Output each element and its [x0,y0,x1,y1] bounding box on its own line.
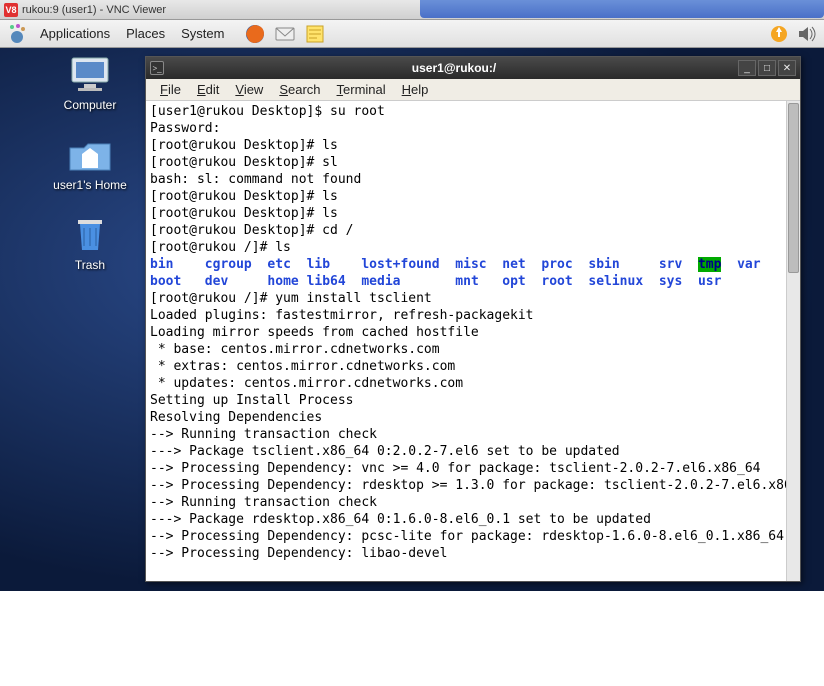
desktop-icon-computer[interactable]: Computer [50,54,130,112]
maximize-button[interactable]: □ [758,60,776,76]
launcher-tray [244,23,326,45]
terminal-menu-view[interactable]: View [227,82,271,97]
desktop[interactable]: Computer user1's Home Trash >_ user1@rukou… [0,48,824,591]
firefox-icon[interactable] [244,23,266,45]
terminal-menu-file[interactable]: File [152,82,189,97]
vnc-title: rukou:9 (user1) - VNC Viewer [22,4,166,16]
notes-icon[interactable] [304,23,326,45]
vnc-icon: V8 [4,3,18,17]
terminal-scrollbar[interactable] [786,101,800,581]
gnome-top-panel: ApplicationsPlacesSystem [0,20,824,48]
terminal-menu-edit[interactable]: Edit [189,82,227,97]
desktop-icon-label: Trash [50,258,130,272]
close-button[interactable]: ✕ [778,60,796,76]
terminal-window: >_ user1@rukou:/ _ □ ✕ FileEditViewSearc… [145,56,801,582]
desktop-icon-trash[interactable]: Trash [50,214,130,272]
home-icon [66,134,114,174]
terminal-app-icon: >_ [150,61,164,75]
terminal-menu-terminal[interactable]: Terminal [329,82,394,97]
minimize-button[interactable]: _ [738,60,756,76]
scrollbar-thumb[interactable] [788,103,799,273]
terminal-menu-help[interactable]: Help [394,82,437,97]
desktop-icon-home[interactable]: user1's Home [50,134,130,192]
computer-icon [66,54,114,94]
terminal-menu-search[interactable]: Search [271,82,328,97]
terminal-titlebar[interactable]: >_ user1@rukou:/ _ □ ✕ [146,57,800,79]
update-icon[interactable] [768,23,790,45]
panel-menu-applications[interactable]: Applications [32,26,118,41]
vnc-toolbar [420,0,824,18]
panel-menu-system[interactable]: System [173,26,232,41]
page-bottom [0,591,824,686]
trash-icon [66,214,114,254]
volume-icon[interactable] [796,23,818,45]
vnc-titlebar: V8 rukou:9 (user1) - VNC Viewer [0,0,824,20]
panel-menu-places[interactable]: Places [118,26,173,41]
mail-icon[interactable] [274,23,296,45]
desktop-icon-label: Computer [50,98,130,112]
terminal-output[interactable]: [user1@rukou Desktop]$ su root Password:… [146,101,786,581]
terminal-menubar: FileEditViewSearchTerminalHelp [146,79,800,101]
desktop-icon-label: user1's Home [50,178,130,192]
terminal-title: user1@rukou:/ [170,61,738,75]
gnome-foot-icon [6,23,28,45]
